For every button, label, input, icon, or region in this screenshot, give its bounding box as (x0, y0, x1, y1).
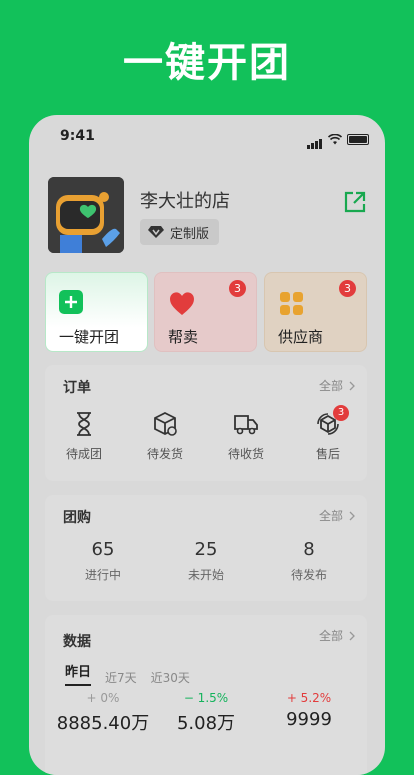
stat-value: 65 (91, 539, 115, 560)
quick-action-label: 供应商 (278, 328, 324, 346)
chevron-right-icon (349, 631, 355, 640)
signal-icon (307, 130, 323, 149)
chevron-right-icon (349, 381, 355, 390)
data-card: 数据 全部 昨日 近7天 近30天 + 0% 8885.40万 − 1.5% 5… (45, 615, 367, 775)
status-bar: 9:41 (29, 115, 385, 159)
wifi-icon (328, 134, 342, 145)
truck-icon (234, 415, 258, 435)
metric-delta: + 5.2% (286, 691, 332, 705)
section-title: 订单 (63, 380, 91, 396)
group-stat-in-progress[interactable]: 65 进行中 (63, 539, 143, 583)
shop-avatar[interactable] (48, 177, 124, 253)
view-all-label: 全部 (318, 379, 343, 393)
stat-value: 8 (303, 539, 315, 560)
metric-value: 5.08万 (176, 713, 236, 734)
orders-view-all[interactable]: 全部 (319, 377, 355, 394)
phone-screen: 9:41 李大壮的店 定制版 一键开团 帮卖 3 供应商 3 订单 全部 待成团… (29, 115, 385, 775)
order-status-label: 待收货 (227, 447, 264, 461)
plus-icon (59, 290, 83, 314)
order-status-pending-receive[interactable]: 待收货 (216, 411, 276, 462)
tab-30-days[interactable]: 近30天 (151, 669, 190, 686)
edition-badge[interactable]: 定制版 (140, 219, 220, 245)
metric-item: + 0% 8885.40万 (53, 691, 153, 735)
status-time: 9:41 (60, 128, 95, 144)
group-stat-to-publish[interactable]: 8 待发布 (269, 539, 349, 583)
quick-actions: 一键开团 帮卖 3 供应商 3 (45, 272, 367, 354)
grid-icon (280, 292, 303, 315)
order-status-label: 待发货 (146, 447, 183, 461)
banner-title: 一键开团 (123, 40, 291, 86)
stat-label: 未开始 (187, 568, 224, 582)
quick-action-start-group[interactable]: 一键开团 (45, 272, 148, 352)
order-status-pending-group[interactable]: 待成团 (54, 411, 114, 462)
quick-action-help-sell[interactable]: 帮卖 3 (154, 272, 257, 352)
stat-label: 待发布 (290, 568, 327, 582)
notification-badge: 3 (229, 280, 246, 297)
notification-badge: 3 (333, 405, 349, 421)
quick-action-label: 帮卖 (168, 328, 199, 346)
data-view-all[interactable]: 全部 (319, 627, 355, 644)
package-icon (154, 411, 177, 436)
metric-delta: + 0% (86, 691, 120, 705)
notification-badge: 3 (339, 280, 356, 297)
chevron-right-icon (349, 511, 355, 520)
group-stat-not-started[interactable]: 25 未开始 (166, 539, 246, 583)
section-title: 团购 (63, 510, 91, 526)
date-range-tabs: 昨日 近7天 近30天 (65, 661, 190, 686)
view-all-label: 全部 (318, 629, 343, 643)
orders-card: 订单 全部 待成团 待发货 待收货 3 售后 (45, 365, 367, 481)
metric-delta: − 1.5% (183, 691, 229, 705)
metric-item: + 5.2% 9999 (259, 691, 359, 730)
shop-header: 李大壮的店 定制版 (48, 177, 368, 255)
metric-item: − 1.5% 5.08万 (156, 691, 256, 735)
metric-value: 8885.40万 (56, 713, 150, 734)
quick-action-label: 一键开团 (59, 328, 120, 346)
stat-label: 进行中 (84, 568, 121, 582)
battery-icon (347, 134, 369, 145)
order-status-after-sales[interactable]: 3 售后 (298, 405, 358, 462)
tab-yesterday[interactable]: 昨日 (65, 661, 92, 686)
vip-diamond-icon (148, 226, 164, 238)
order-status-label: 售后 (315, 447, 340, 461)
heart-icon (170, 292, 194, 315)
view-all-label: 全部 (318, 509, 343, 523)
tab-7-days[interactable]: 近7天 (105, 669, 137, 686)
edition-label: 定制版 (170, 226, 210, 242)
order-status-pending-ship[interactable]: 待发货 (135, 411, 195, 462)
quick-action-supplier[interactable]: 供应商 3 (264, 272, 367, 352)
group-buy-card: 团购 全部 65 进行中 25 未开始 8 待发布 (45, 495, 367, 601)
section-title: 数据 (63, 634, 91, 650)
share-icon[interactable] (342, 189, 368, 215)
shop-name: 李大壮的店 (140, 191, 230, 212)
hourglass-icon (77, 412, 91, 436)
group-buy-view-all[interactable]: 全部 (319, 507, 355, 524)
order-status-label: 待成团 (65, 447, 102, 461)
stat-value: 25 (194, 539, 218, 560)
metric-value: 9999 (286, 709, 332, 730)
